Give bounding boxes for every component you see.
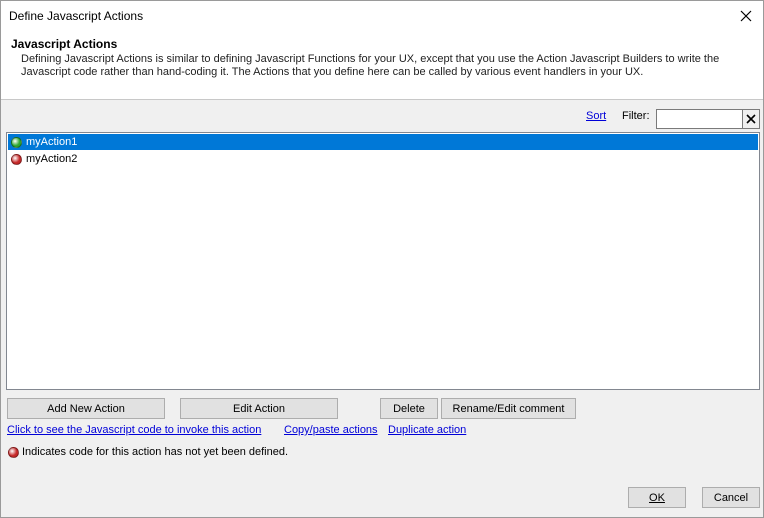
defined-status-icon [11, 136, 22, 148]
undefined-status-icon [8, 446, 19, 458]
dialog-window: Define Javascript Actions Javascript Act… [0, 0, 764, 518]
clear-icon [746, 114, 756, 124]
close-button[interactable] [729, 1, 763, 31]
header-description: Defining Javascript Actions is similar t… [21, 53, 720, 78]
window-title: Define Javascript Actions [9, 9, 144, 23]
rename-edit-comment-button[interactable]: Rename/Edit comment [441, 398, 576, 419]
delete-button[interactable]: Delete [380, 398, 438, 419]
action-list[interactable]: myAction1 myAction2 [6, 132, 760, 390]
list-item[interactable]: myAction2 [8, 151, 758, 167]
action-name: myAction1 [26, 136, 78, 148]
legend-text: Indicates code for this action has not y… [22, 446, 289, 458]
ok-button[interactable]: OK [628, 487, 686, 508]
edit-action-button[interactable]: Edit Action [180, 398, 338, 419]
sort-link[interactable]: Sort [586, 110, 606, 122]
filter-input[interactable] [656, 109, 743, 129]
add-new-action-button[interactable]: Add New Action [7, 398, 165, 419]
action-name: myAction2 [26, 153, 78, 165]
cancel-label: Cancel [713, 491, 749, 504]
copy-paste-link[interactable]: Copy/paste actions [284, 424, 378, 436]
header-title: Javascript Actions [11, 37, 118, 51]
ok-label: OK [649, 491, 665, 504]
header-panel: Javascript Actions Defining Javascript A… [1, 32, 763, 100]
show-code-link[interactable]: Click to see the Javascript code to invo… [7, 424, 261, 436]
duplicate-action-link[interactable]: Duplicate action [388, 424, 466, 436]
close-icon [740, 10, 752, 22]
undefined-status-icon [11, 153, 22, 165]
list-item[interactable]: myAction1 [8, 134, 758, 150]
filter-label: Filter: [622, 110, 650, 122]
cancel-button[interactable]: Cancel [702, 487, 760, 508]
filter-clear-button[interactable] [742, 109, 760, 129]
legend: Indicates code for this action has not y… [8, 446, 288, 458]
title-bar: Define Javascript Actions [1, 1, 763, 32]
